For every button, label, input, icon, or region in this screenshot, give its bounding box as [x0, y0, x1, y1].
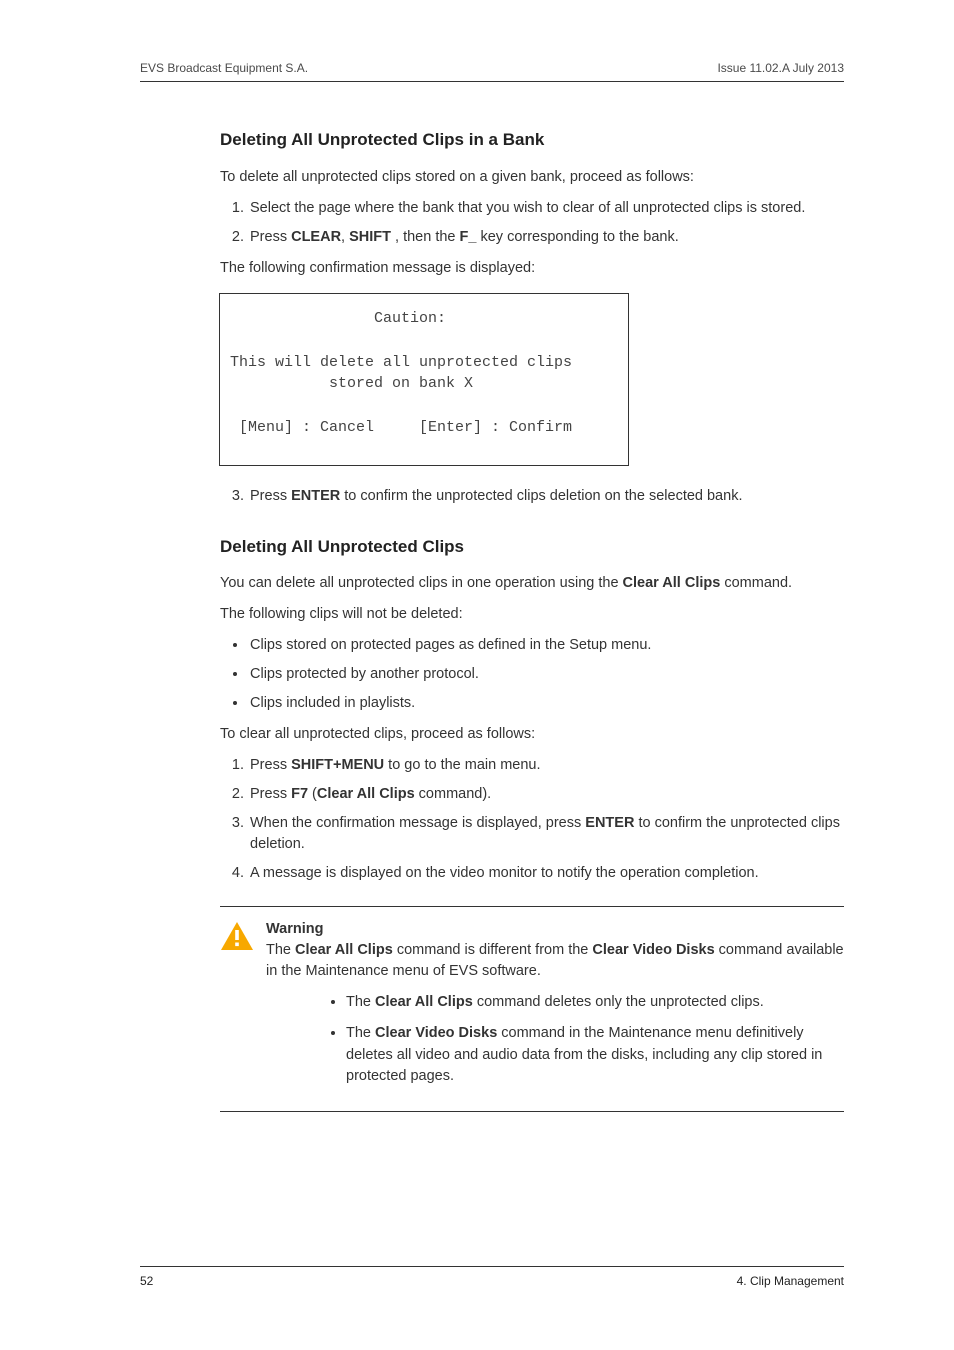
section1-intro: To delete all unprotected clips stored o…	[220, 167, 844, 188]
warning-body: Warning The Clear All Clips command is d…	[266, 919, 844, 1096]
cmd-clear-all-clips: Clear All Clips	[623, 575, 721, 591]
header-right: Issue 11.02.A July 2013	[717, 60, 844, 77]
list-item: Clips protected by another protocol.	[248, 664, 844, 685]
text: The	[346, 994, 375, 1010]
text: Press	[250, 488, 291, 504]
proceed-intro: To clear all unprotected clips, proceed …	[220, 724, 844, 745]
text: ,	[341, 229, 349, 245]
text: key corresponding to the bank.	[476, 229, 678, 245]
key-shift: SHIFT	[349, 229, 391, 245]
text: command).	[415, 786, 492, 802]
section1-title: Deleting All Unprotected Clips in a Bank	[220, 128, 844, 153]
warning-icon	[220, 921, 254, 951]
text: command.	[720, 575, 792, 591]
section1-step1: Select the page where the bank that you …	[248, 198, 844, 219]
page-number: 52	[140, 1273, 153, 1290]
key-f7: F7	[291, 786, 308, 802]
text: Press	[250, 757, 291, 773]
list-item: Clips stored on protected pages as defin…	[248, 635, 844, 656]
warning-title: Warning	[266, 919, 844, 940]
warning-paragraph: The Clear All Clips command is different…	[266, 940, 844, 982]
cmd-clear-video-disks: Clear Video Disks	[592, 942, 714, 958]
key-f-underscore: F_	[460, 229, 477, 245]
section2-intro: You can delete all unprotected clips in …	[220, 573, 844, 594]
section2-step4: A message is displayed on the video moni…	[248, 863, 844, 884]
caution-message-box: Caution: This will delete all unprotecte…	[219, 293, 629, 466]
page-header: EVS Broadcast Equipment S.A. Issue 11.02…	[140, 60, 844, 82]
section1-steps-list-b: Press ENTER to confirm the unprotected c…	[220, 486, 844, 507]
not-deleted-intro: The following clips will not be deleted:	[220, 604, 844, 625]
not-deleted-list: Clips stored on protected pages as defin…	[220, 635, 844, 714]
text: to go to the main menu.	[384, 757, 540, 773]
text: (	[308, 786, 317, 802]
text: , then the	[391, 229, 460, 245]
text: to confirm the unprotected clips deletio…	[340, 488, 742, 504]
list-item: The Clear Video Disks command in the Mai…	[346, 1023, 844, 1086]
text: When the confirmation message is display…	[250, 815, 585, 831]
confirmation-intro: The following confirmation message is di…	[220, 258, 844, 279]
key-shift-menu: SHIFT+MENU	[291, 757, 384, 773]
header-left: EVS Broadcast Equipment S.A.	[140, 60, 308, 77]
cmd-clear-all-clips: Clear All Clips	[317, 786, 415, 802]
list-item: Clips included in playlists.	[248, 693, 844, 714]
text: Press	[250, 229, 291, 245]
caution-text: Caution: This will delete all unprotecte…	[230, 308, 618, 439]
page-footer: 52 4. Clip Management	[140, 1266, 844, 1290]
section2-steps-list: Press SHIFT+MENU to go to the main menu.…	[220, 755, 844, 884]
section1-step3: Press ENTER to confirm the unprotected c…	[248, 486, 844, 507]
warning-icon-col	[220, 919, 266, 1096]
text: The	[266, 942, 295, 958]
text: command is different from the	[393, 942, 593, 958]
key-clear: CLEAR	[291, 229, 341, 245]
cmd-clear-all-clips: Clear All Clips	[375, 994, 473, 1010]
section1-step2: Press CLEAR, SHIFT , then the F_ key cor…	[248, 227, 844, 248]
key-enter: ENTER	[585, 815, 634, 831]
page-content: Deleting All Unprotected Clips in a Bank…	[220, 128, 844, 1111]
section2-step1: Press SHIFT+MENU to go to the main menu.	[248, 755, 844, 776]
section2-step2: Press F7 (Clear All Clips command).	[248, 784, 844, 805]
text: The	[346, 1025, 375, 1041]
list-item: The Clear All Clips command deletes only…	[346, 992, 844, 1013]
cmd-clear-all-clips: Clear All Clips	[295, 942, 393, 958]
section1-steps-list-a: Select the page where the bank that you …	[220, 198, 844, 248]
text: Press	[250, 786, 291, 802]
warning-block: Warning The Clear All Clips command is d…	[220, 906, 844, 1111]
warning-bullet-list: The Clear All Clips command deletes only…	[266, 992, 844, 1086]
footer-chapter: 4. Clip Management	[737, 1273, 844, 1290]
cmd-clear-video-disks: Clear Video Disks	[375, 1025, 497, 1041]
section2-step3: When the confirmation message is display…	[248, 813, 844, 855]
section2-title: Deleting All Unprotected Clips	[220, 535, 844, 560]
text: You can delete all unprotected clips in …	[220, 575, 623, 591]
key-enter: ENTER	[291, 488, 340, 504]
text: command deletes only the unprotected cli…	[473, 994, 764, 1010]
